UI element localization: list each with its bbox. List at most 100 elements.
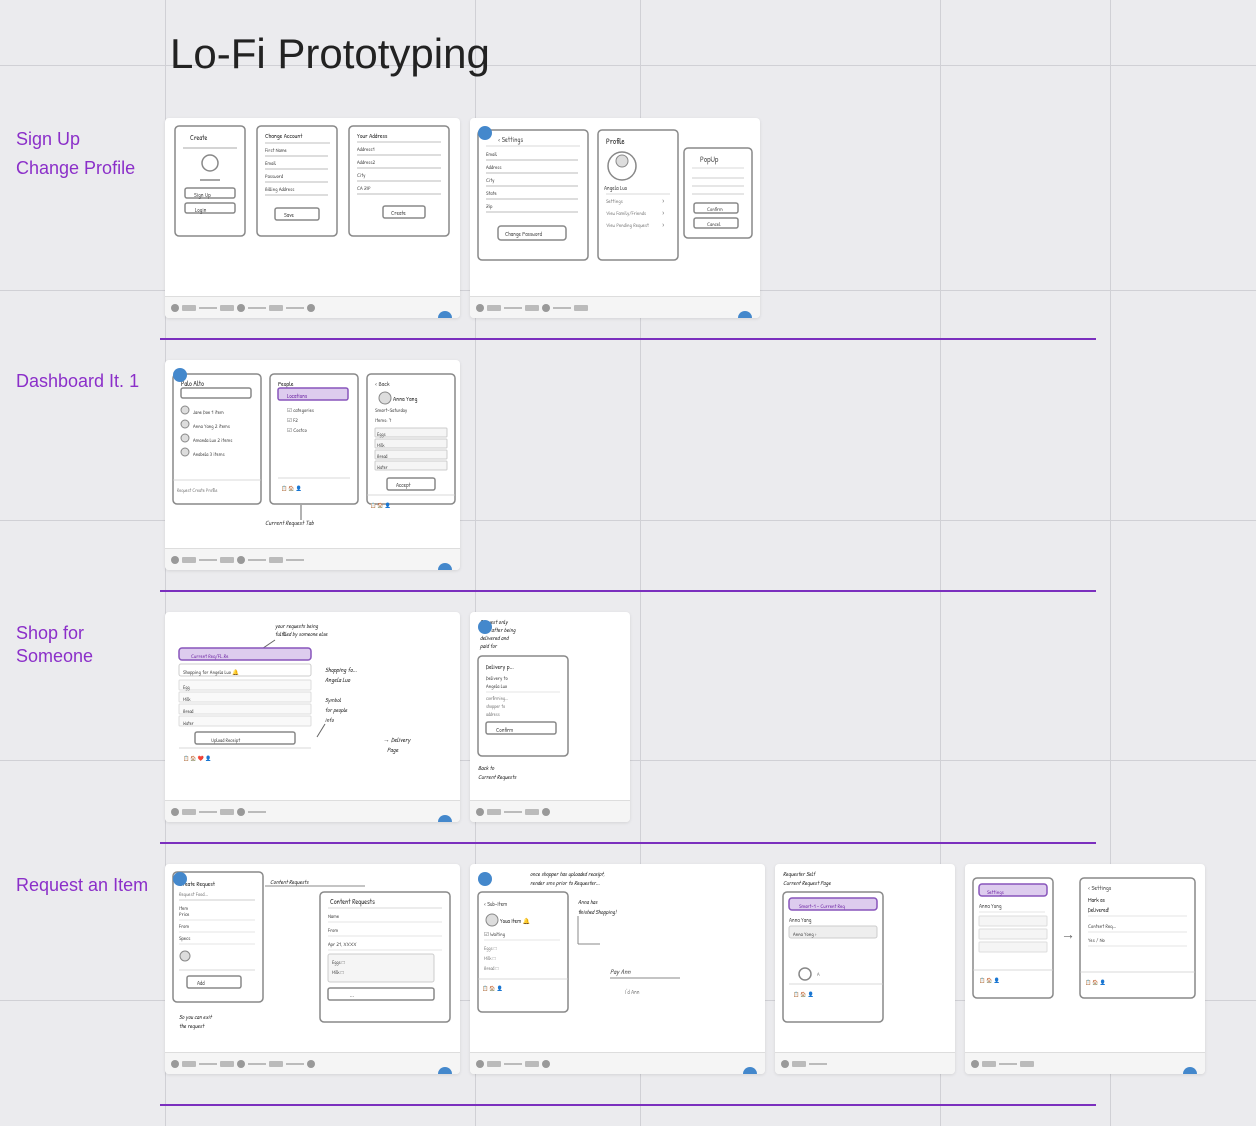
svg-text:📋 🏠 👤: 📋 🏠 👤 (482, 985, 503, 992)
svg-text:From: From (327, 926, 338, 934)
request-wireframe-2[interactable]: once shopper has uploaded receipt, rende… (470, 864, 765, 1074)
svg-text:Profile: Profile (606, 137, 625, 147)
dashboard-toolbar (165, 548, 460, 570)
svg-text:Water: Water (377, 464, 388, 471)
request-toolbar-4 (965, 1052, 1205, 1074)
svg-text:Bread: Bread (183, 708, 193, 715)
svg-text:Password: Password (265, 172, 284, 180)
svg-text:City: City (486, 176, 495, 184)
svg-text:Anna has: Anna has (578, 898, 598, 906)
svg-text:Save: Save (284, 211, 295, 219)
svg-text:View Pending Request: View Pending Request (606, 221, 649, 229)
request-blue-dot-2 (743, 1067, 757, 1074)
svg-text:First Name: First Name (264, 146, 288, 154)
svg-text:render sms prior to Requester.: render sms prior to Requester... (530, 879, 600, 887)
shopfor-sketch-2: Request only done after being delivered … (470, 612, 630, 800)
shopfor-wireframe-2[interactable]: Request only done after being delivered … (470, 612, 630, 822)
shopfor-blue-dot-tl (478, 620, 492, 634)
request-label-col: Request an Item (0, 864, 165, 897)
svg-text:State: State (486, 189, 497, 197)
svg-text:...: ... (350, 991, 354, 999)
request-wireframe-3[interactable]: Requester Self Current Request Page Smar… (775, 864, 955, 1074)
svg-text:Current Request Tab: Current Request Tab (265, 519, 314, 528)
svg-text:Delivered!: Delivered! (1088, 906, 1110, 914)
signup-sketch-1: Create Sign Up Login Change Account (165, 118, 460, 296)
svg-text:Login: Login (195, 206, 207, 214)
request-sketch-1: Create Request Request Food... Item Pric… (165, 864, 460, 1052)
request-wireframe-4[interactable]: Settings Anna Yong 📋 🏠 👤 → (965, 864, 1205, 1074)
svg-text:Create: Create (391, 209, 406, 217)
svg-text:Youa Item 🔔: Youa Item 🔔 (500, 917, 531, 925)
request-toolbar-3 (775, 1052, 955, 1074)
svg-text:Locations: Locations (287, 392, 308, 400)
svg-text:Delivery to: Delivery to (486, 674, 508, 682)
svg-text:Upload Receipt: Upload Receipt (211, 736, 240, 744)
svg-text:Shopping for Angela Luo 🔔: Shopping for Angela Luo 🔔 (183, 668, 239, 676)
svg-text:delivered and: delivered and (480, 634, 510, 642)
svg-text:Email: Email (265, 159, 277, 167)
svg-text:Zip: Zip (486, 202, 493, 210)
dashboard-blue-dot-tl (173, 368, 187, 382)
svg-text:Content Requests: Content Requests (330, 898, 375, 907)
svg-text:View Family/Friends: View Family/Friends (606, 209, 646, 217)
svg-text:A: A (817, 970, 820, 978)
shopfor-wireframe-1[interactable]: your requests being fulfilled by someone… (165, 612, 460, 822)
svg-text:once shopper has uploaded rece: once shopper has uploaded receipt, (530, 870, 605, 878)
shopfor-section: Shop for Someone your requests being ful… (0, 592, 1256, 842)
svg-text:Add: Add (197, 979, 205, 987)
svg-text:☑ Waiting: ☑ Waiting (484, 930, 506, 938)
svg-text:fulfilled by someone else: fulfilled by someone else (275, 630, 328, 638)
svg-text:Anna Yang: Anna Yang (393, 395, 417, 404)
svg-text:Shopping fo...: Shopping fo... (325, 666, 357, 675)
signup-label-col: Sign Up Change Profile (0, 118, 165, 181)
dashboard-wireframes: Palo Alto Jane Doe 1 item Anna Yang 2 it… (165, 360, 1256, 570)
request-wireframes: Create Request Request Food... Item Pric… (165, 864, 1256, 1074)
request-blue-dot-1 (438, 1067, 452, 1074)
dashboard-wireframe-1[interactable]: Palo Alto Jane Doe 1 item Anna Yang 2 it… (165, 360, 460, 570)
shopfor-wireframes: your requests being fulfilled by someone… (165, 612, 1256, 822)
shopfor-toolbar-2 (470, 800, 630, 822)
request-toolbar-2 (470, 1052, 765, 1074)
svg-text:your requests being: your requests being (275, 622, 318, 630)
svg-text:Back to: Back to (478, 764, 495, 772)
svg-text:‹ Settings: ‹ Settings (498, 136, 523, 145)
svg-text:Anna Yang: Anna Yang (789, 916, 812, 924)
svg-text:‹ Sub-Item: ‹ Sub-Item (484, 900, 507, 908)
shopfor-label: Shop for Someone (16, 622, 165, 669)
svg-text:Eggs: Eggs (377, 431, 386, 438)
svg-text:Name: Name (328, 912, 340, 920)
request-wireframe-1[interactable]: Create Request Request Food... Item Pric… (165, 864, 460, 1074)
svg-text:Page: Page (387, 746, 399, 755)
request-blue-dot-tl-2 (478, 872, 492, 886)
svg-text:So you can exit: So you can exit (179, 1013, 212, 1021)
svg-text:PopUp: PopUp (700, 155, 719, 165)
svg-text:I'd Ann: I'd Ann (625, 988, 640, 996)
signup-wireframe-1[interactable]: Create Sign Up Login Change Account (165, 118, 460, 318)
svg-text:☑ F2: ☑ F2 (287, 416, 298, 424)
svg-text:Bread □: Bread □ (484, 965, 499, 972)
request-toolbar-1 (165, 1052, 460, 1074)
svg-text:CA ZIP: CA ZIP (357, 184, 371, 192)
dashboard-blue-dot (438, 563, 452, 570)
request-blue-dot-tl-1 (173, 872, 187, 886)
svg-text:📋 🏠 👤: 📋 🏠 👤 (979, 977, 1000, 984)
svg-text:Items: 7: Items: 7 (375, 416, 392, 424)
svg-text:Bread: Bread (377, 453, 387, 460)
request-section: Request an Item Create Request Request F… (0, 844, 1256, 1094)
page-container: Lo-Fi Prototyping Sign Up Change Profile… (0, 0, 1256, 1126)
svg-text:›: › (662, 196, 664, 206)
svg-text:Symbol: Symbol (325, 696, 341, 704)
svg-text:Current Request Page: Current Request Page (783, 879, 831, 887)
dashboard-sketch: Palo Alto Jane Doe 1 item Anna Yang 2 it… (165, 360, 460, 548)
svg-text:info: info (325, 716, 334, 724)
svg-text:☑ Costco: ☑ Costco (287, 426, 308, 434)
shopfor-toolbar-1 (165, 800, 460, 822)
svg-text:Delivery p...: Delivery p... (486, 663, 514, 672)
svg-text:📋 🏠 ❤️ 👤: 📋 🏠 ❤️ 👤 (183, 755, 211, 762)
svg-text:Change Account: Change Account (265, 132, 303, 141)
signup-wireframe-2[interactable]: ‹ Settings Email Address City State Zip (470, 118, 760, 318)
svg-text:Your Address: Your Address (357, 132, 388, 141)
svg-text:Apr 21, XXXX: Apr 21, XXXX (328, 940, 357, 948)
svg-text:📋 🏠 👤: 📋 🏠 👤 (370, 502, 391, 509)
svg-text:Confirm: Confirm (496, 726, 513, 734)
